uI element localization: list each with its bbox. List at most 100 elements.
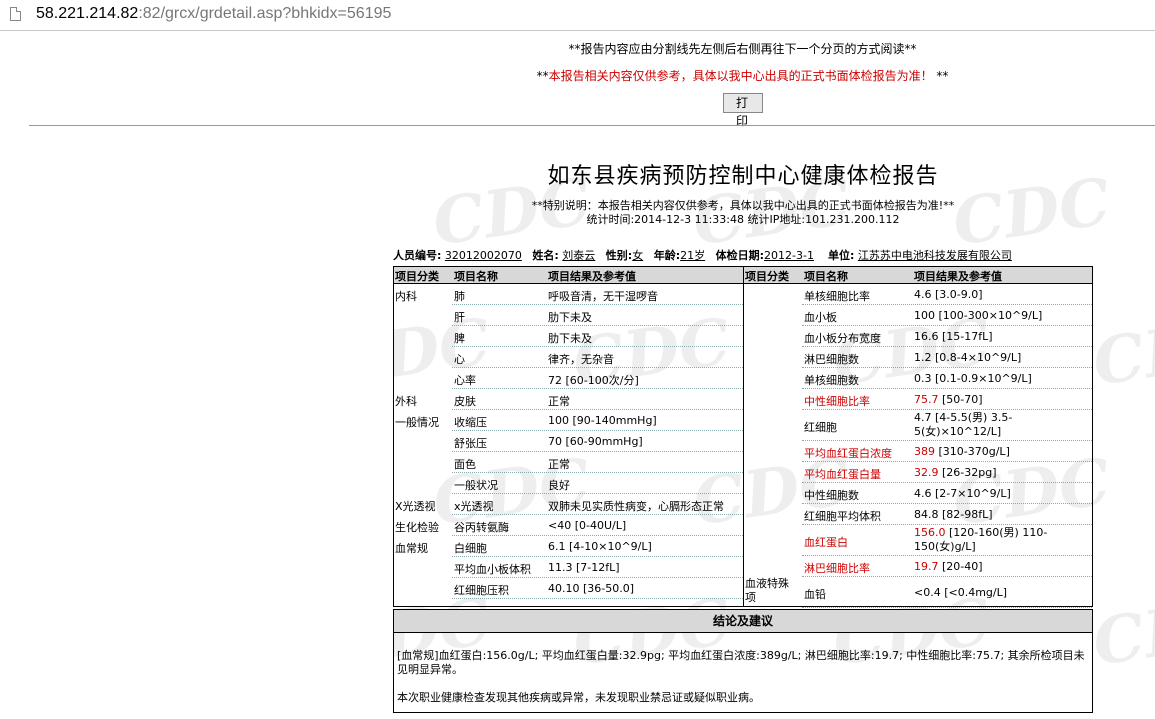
table-row: 红细胞平均体积 84.8 [82-98fL] <box>744 504 1092 525</box>
table-row: 一般情况 收缩压 100 [90-140mmHg] <box>394 410 743 431</box>
row-result: 19.7 [20-40] <box>914 560 983 573</box>
table-row: 中性细胞数 4.6 [2-7×10^9/L] <box>744 483 1092 504</box>
row-divider <box>452 598 743 599</box>
header-result: 项目结果及参考值 <box>548 270 636 283</box>
reference-range: 6.1 [4-10×10^9/L] <box>548 540 652 553</box>
address-bar[interactable]: 58.221.214.82:82/grcx/grdetail.asp?bhkid… <box>0 0 1155 31</box>
row-result: 389 [310-370g/L] <box>914 445 1010 458</box>
id-label: 人员编号: <box>393 249 442 262</box>
table-row: 中性细胞比率 75.7 [50-70] <box>744 389 1092 410</box>
row-result: 4.7 [4-5.5(男) 3.5- 5(女)×10^12/L] <box>914 411 1012 439</box>
row-result: 40.10 [36-50.0] <box>548 582 634 595</box>
row-result: <40 [0-40U/L] <box>548 519 626 532</box>
table-row: 心率 72 [60-100次/分] <box>394 368 743 389</box>
url-text[interactable]: 58.221.214.82:82/grcx/grdetail.asp?bhkid… <box>36 5 391 23</box>
row-result: 6.1 [4-10×10^9/L] <box>548 540 652 553</box>
header-item: 项目名称 <box>804 270 848 283</box>
date-value: 2012-3-1 <box>764 249 814 262</box>
row-item-name: 红细胞平均体积 <box>804 510 881 523</box>
table-row: 平均血红蛋白量 32.9 [26-32pg] <box>744 462 1092 483</box>
reference-range: 双肺未见实质性病变，心膈形态正常 <box>548 500 724 513</box>
header-item: 项目名称 <box>454 270 498 283</box>
table-row: 血小板 100 [100-300×10^9/L] <box>744 305 1092 326</box>
reference-range: 40.10 [36-50.0] <box>548 582 635 595</box>
reference-range: <40 [0-40U/L] <box>548 519 627 532</box>
row-item-name: 心 <box>454 353 465 366</box>
table-row: 舒张压 70 [60-90mmHg] <box>394 431 743 452</box>
row-result: 75.7 [50-70] <box>914 393 983 406</box>
conclusion-text: [血常规]血红蛋白:156.0g/L; 平均血红蛋白量:32.9pg; 平均血红… <box>397 649 1085 676</box>
row-item-name: 舒张压 <box>454 437 487 450</box>
reference-range: 4.6 [2-7×10^9/L] <box>914 487 1011 500</box>
row-category: 内科 <box>395 290 417 303</box>
row-item-name: 白细胞 <box>454 542 487 555</box>
row-result: 肋下未及 <box>548 330 592 346</box>
row-result: 双肺未见实质性病变，心膈形态正常 <box>548 498 724 514</box>
table-row: 面色 正常 <box>394 452 743 473</box>
divider <box>29 125 1155 126</box>
name-label: 姓名: <box>532 249 559 262</box>
left-results-table: 项目分类 项目名称 项目结果及参考值 内科肺呼吸音清，无干湿啰音肝肋下未及脾肋下… <box>393 266 743 607</box>
reading-notice: **报告内容应由分割线先左侧后右侧再往下一个分页的方式阅读** <box>568 42 917 56</box>
table-row: 平均血红蛋白浓度 389 [310-370g/L] <box>744 441 1092 462</box>
reference-range: [20-40] <box>938 560 983 573</box>
watermark-logo: CDC <box>1088 304 1155 401</box>
table-row: 血常规 白细胞 6.1 [4-10×10^9/L] <box>394 536 743 557</box>
row-item-name: 血小板 <box>804 311 837 324</box>
table-row: 血液特殊项 血铅 <0.4 [<0.4mg/L] <box>744 577 1092 608</box>
table-row: X光透视 x光透视 双肺未见实质性病变，心膈形态正常 <box>394 494 743 515</box>
print-button[interactable]: 打印 <box>723 93 763 128</box>
row-result: 100 [100-300×10^9/L] <box>914 309 1042 322</box>
row-result: 72 [60-100次/分] <box>548 372 639 388</box>
table-row: 红细胞 4.7 [4-5.5(男) 3.5- 5(女)×10^12/L] <box>744 410 1092 441</box>
row-result: 呼吸音清，无干湿啰音 <box>548 288 658 304</box>
row-result: 正常 <box>548 393 570 409</box>
table-header: 项目分类 项目名称 项目结果及参考值 <box>744 267 1092 284</box>
row-item-name: 平均血小板体积 <box>454 563 531 576</box>
row-item-name: 淋巴细胞数 <box>804 353 859 366</box>
row-result: 32.9 [26-32pg] <box>914 466 997 479</box>
disclaimer-notice: **本报告相关内容仅供参考，具体以我中心出具的正式书面体检报告为准！ ** <box>536 69 949 83</box>
abnormal-value: 75.7 <box>914 393 939 406</box>
reference-range: 呼吸音清，无干湿啰音 <box>548 290 658 303</box>
row-category-continued: 项 <box>745 591 756 604</box>
sex-value: 女 <box>632 249 644 262</box>
reference-range: 4.6 [3.0-9.0] <box>914 288 983 301</box>
row-result: 良好 <box>548 477 570 493</box>
watermark-logo: CDC <box>1088 584 1155 681</box>
right-results-table: 项目分类 项目名称 项目结果及参考值 单核细胞比率 4.6 [3.0-9.0] 血小… <box>743 266 1093 608</box>
reference-range-continued: 150(女)g/L] <box>914 540 976 553</box>
table-row: 内科 肺 呼吸音清，无干湿啰音 <box>394 284 743 305</box>
reference-range: 11.3 [7-12fL] <box>548 561 620 574</box>
row-result: 正常 <box>548 456 570 472</box>
conclusion-header: 结论及建议 <box>393 609 1093 633</box>
reference-range: 正常 <box>548 395 570 408</box>
row-result: 156.0 [120-160(男) 110- 150(女)g/L] <box>914 526 1047 554</box>
row-item-name: 红细胞压积 <box>454 584 509 597</box>
table-row: 淋巴细胞数 1.2 [0.8-4×10^9/L] <box>744 347 1092 368</box>
row-category: 外科 <box>395 395 417 408</box>
row-category: 血常规 <box>395 542 428 555</box>
row-item-name: 平均血红蛋白量 <box>804 468 881 481</box>
report-title: 如东县疾病预防控制中心健康体检报告 <box>547 164 939 189</box>
reference-range: 良好 <box>548 479 570 492</box>
reference-range: 16.6 [15-17fL] <box>914 330 993 343</box>
row-result: 4.6 [3.0-9.0] <box>914 288 983 301</box>
reference-range: 72 [60-100次/分] <box>548 374 639 387</box>
row-item-name: 肺 <box>454 290 465 303</box>
reference-range: 正常 <box>548 458 570 471</box>
row-item-name: 一般状况 <box>454 479 498 492</box>
row-item-name: 心率 <box>454 374 476 387</box>
row-item-name: 单核细胞数 <box>804 374 859 387</box>
person-info: 人员编号: 32012002070 姓名: 刘泰云 性别:女 年龄:21岁 体检… <box>393 247 1093 263</box>
page-icon <box>10 7 21 21</box>
abnormal-value: 19.7 <box>914 560 939 573</box>
conclusion-body: [血常规]血红蛋白:156.0g/L; 平均血红蛋白量:32.9pg; 平均血红… <box>393 633 1093 713</box>
row-item-name: 淋巴细胞比率 <box>804 562 870 575</box>
table-row: 一般状况 良好 <box>394 473 743 494</box>
table-header: 项目分类 项目名称 项目结果及参考值 <box>394 267 743 284</box>
row-item-name: 红细胞 <box>804 421 837 434</box>
abnormal-value: 32.9 <box>914 466 939 479</box>
table-row: 外科 皮肤 正常 <box>394 389 743 410</box>
row-result: 84.8 [82-98fL] <box>914 508 993 521</box>
